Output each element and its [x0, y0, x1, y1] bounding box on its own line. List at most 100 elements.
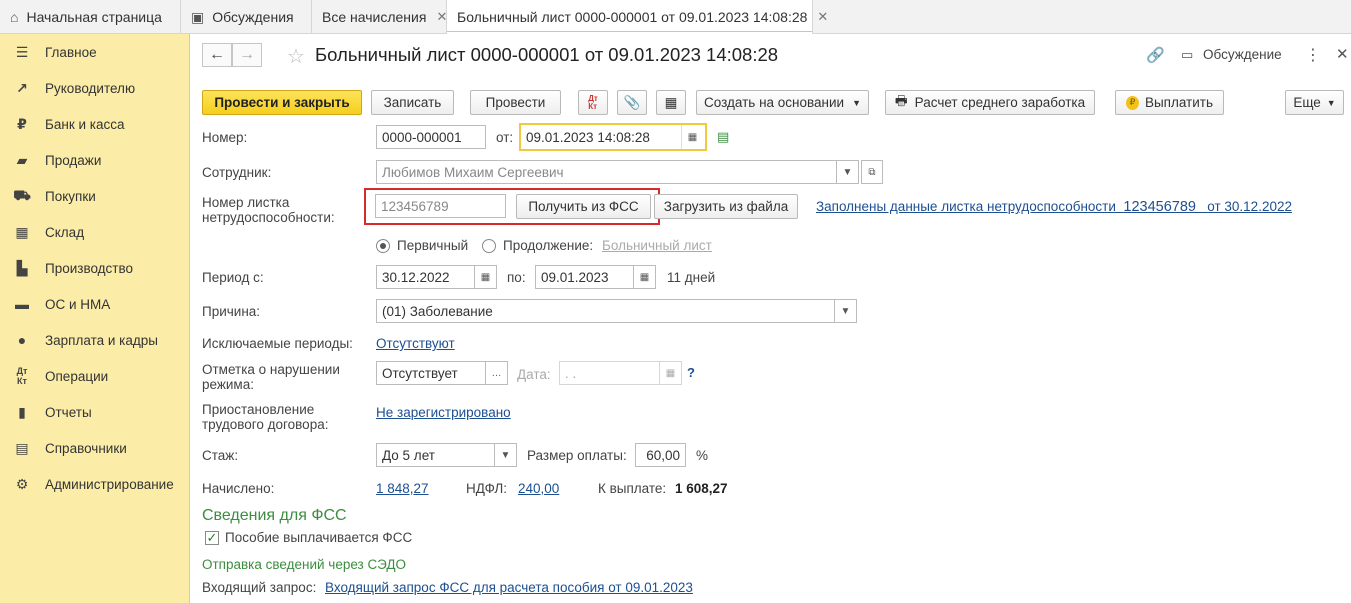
- filled-info-text: Заполнены данные листка нетрудоспособнос…: [816, 199, 1116, 214]
- discussion-button[interactable]: Обсуждение: [1203, 47, 1282, 62]
- primary-radio[interactable]: Первичный: [376, 238, 468, 253]
- get-from-fss-button[interactable]: Получить из ФСС: [516, 194, 651, 219]
- period-to-input[interactable]: 09.01.2023 ▦: [535, 265, 656, 289]
- save-button[interactable]: Записать: [371, 90, 454, 115]
- filled-info-date: от 30.12.2022: [1207, 199, 1292, 214]
- fss-section-title: Сведения для ФСС: [202, 507, 347, 524]
- open-icon[interactable]: ⧉: [861, 160, 883, 184]
- pay-size-label: Размер оплаты:: [527, 448, 627, 463]
- forward-button[interactable]: →: [232, 43, 262, 67]
- period-to-label: по:: [507, 270, 526, 285]
- violation-date-input[interactable]: . . ▦: [559, 361, 682, 385]
- pay-size-field[interactable]: 60,00: [635, 443, 686, 467]
- tab-sick-leave[interactable]: Больничный лист 0000-000001 от 09.01.202…: [447, 0, 828, 35]
- discussion-icon: ▭: [1181, 47, 1194, 62]
- reason-select[interactable]: (01) Заболевание ▼: [376, 299, 857, 323]
- dt-kt-icon[interactable]: Дт Кт: [578, 90, 608, 115]
- violation-field[interactable]: Отсутствует: [376, 361, 486, 385]
- suspension-link[interactable]: Не зарегистрировано: [376, 405, 511, 420]
- period-label: Период с:: [202, 270, 264, 285]
- tab-discussions[interactable]: ▣ Обсуждения: [181, 0, 312, 34]
- load-from-file-button[interactable]: Загрузить из файла: [654, 194, 798, 219]
- continuation-radio[interactable]: Продолжение:: [482, 238, 593, 253]
- close-icon[interactable]: ✕: [817, 9, 828, 25]
- calendar-icon[interactable]: ▦: [475, 265, 497, 289]
- avg-earnings-button[interactable]: 🖶 Расчет среднего заработка: [885, 90, 1095, 115]
- filled-info-link[interactable]: Заполнены данные листка нетрудоспособнос…: [816, 199, 1292, 215]
- pay-button[interactable]: ₽ Выплатить: [1115, 90, 1224, 115]
- close-icon[interactable]: ✕: [436, 9, 447, 25]
- sidebar-item-label: Справочники: [45, 440, 127, 456]
- post-button[interactable]: Провести: [470, 90, 561, 115]
- chevron-down-icon[interactable]: ▼: [835, 299, 857, 323]
- sidebar-item-admin[interactable]: ⚙ Администрирование: [0, 466, 189, 502]
- ellipsis-icon[interactable]: …: [486, 361, 508, 385]
- period-from-field[interactable]: 30.12.2022: [376, 265, 475, 289]
- person-icon: ●: [17, 332, 27, 348]
- sidebar-item-sales[interactable]: ▰ Продажи: [0, 142, 189, 178]
- employee-field[interactable]: Любимов Михаим Сергеевич: [376, 160, 837, 184]
- sidebar-item-reports[interactable]: ▮ Отчеты: [0, 394, 189, 430]
- violation-date-field[interactable]: . .: [559, 361, 660, 385]
- sidebar-item-main[interactable]: ☰ Главное: [0, 34, 189, 70]
- experience-label: Стаж:: [202, 448, 239, 463]
- incoming-request-link[interactable]: Входящий запрос ФСС для расчета пособия …: [325, 580, 693, 595]
- more-button[interactable]: Еще ▼: [1285, 90, 1344, 115]
- back-button[interactable]: ←: [202, 43, 232, 67]
- excluded-periods-link[interactable]: Отсутствуют: [376, 336, 455, 351]
- continuation-link[interactable]: Больничный лист: [602, 238, 712, 253]
- accrued-link[interactable]: 1 848,27: [376, 481, 429, 496]
- calendar-icon[interactable]: ▦: [660, 361, 682, 385]
- link-icon[interactable]: 🔗: [1146, 46, 1165, 64]
- structure-icon[interactable]: ▦: [656, 90, 686, 115]
- experience-field[interactable]: До 5 лет: [376, 443, 495, 467]
- menu-icon: ☰: [15, 43, 29, 60]
- tab-label: Начальная страница: [26, 9, 162, 25]
- employee-select[interactable]: Любимов Михаим Сергеевич ▼ ⧉: [376, 160, 883, 184]
- chevron-down-icon[interactable]: ▼: [495, 443, 517, 467]
- sidebar-item-warehouse[interactable]: ▦ Склад: [0, 214, 189, 250]
- experience-select[interactable]: До 5 лет ▼: [376, 443, 517, 467]
- tab-home[interactable]: ⌂ Начальная страница: [0, 0, 181, 34]
- sidebar-item-label: Отчеты: [45, 404, 92, 420]
- continuation-label: Продолжение:: [503, 238, 594, 253]
- sidebar-item-manager[interactable]: ↗ Руководителю: [0, 70, 189, 106]
- ndfl-label: НДФЛ:: [466, 481, 508, 496]
- more-vertical-icon[interactable]: ⋮: [1305, 45, 1321, 65]
- favorite-star-icon[interactable]: ☆: [287, 44, 305, 69]
- close-icon[interactable]: ✕: [1336, 45, 1349, 63]
- tab-all-accruals[interactable]: Все начисления ✕: [312, 0, 447, 34]
- sidebar-item-bank[interactable]: ₽ Банк и касса: [0, 106, 189, 142]
- chevron-down-icon[interactable]: ▼: [837, 160, 859, 184]
- tab-label: Обсуждения: [212, 9, 294, 25]
- violation-label: Отметка о нарушении режима:: [202, 362, 340, 392]
- ndfl-link[interactable]: 240,00: [518, 481, 559, 496]
- days-count: 11 дней: [667, 270, 716, 285]
- violation-select[interactable]: Отсутствует …: [376, 361, 508, 385]
- date-field[interactable]: 09.01.2023 14:08:28: [521, 125, 681, 149]
- number-field[interactable]: 0000-000001: [376, 125, 486, 149]
- cart-icon: ⛟: [13, 186, 31, 203]
- sidebar-item-payroll[interactable]: ● Зарплата и кадры: [0, 322, 189, 358]
- create-based-on-button[interactable]: Создать на основании ▼: [696, 90, 869, 115]
- ruble-icon: ₽: [17, 115, 27, 132]
- sidebar-item-production[interactable]: ▙ Производство: [0, 250, 189, 286]
- sheet-number-field[interactable]: 123456789: [375, 194, 506, 218]
- sidebar-item-label: Склад: [45, 224, 85, 240]
- attachment-icon[interactable]: 📎: [617, 90, 647, 115]
- period-from-input[interactable]: 30.12.2022 ▦: [376, 265, 497, 289]
- sidebar-item-purchases[interactable]: ⛟ Покупки: [0, 178, 189, 214]
- excluded-periods-label: Исключаемые периоды:: [202, 336, 353, 351]
- period-to-field[interactable]: 09.01.2023: [535, 265, 634, 289]
- sheet-number-label: Номер листка нетрудоспособности:: [202, 195, 335, 225]
- home-icon: ⌂: [10, 9, 19, 25]
- post-and-close-button[interactable]: Провести и закрыть: [202, 90, 362, 115]
- sidebar-item-operations[interactable]: Дт Кт Операции: [0, 358, 189, 394]
- calendar-icon[interactable]: ▦: [634, 265, 656, 289]
- help-icon[interactable]: ?: [687, 365, 695, 380]
- sidebar-item-directories[interactable]: ▤ Справочники: [0, 430, 189, 466]
- reason-field[interactable]: (01) Заболевание: [376, 299, 835, 323]
- benefit-checkbox[interactable]: ✓ Пособие выплачивается ФСС: [205, 530, 412, 545]
- sidebar-item-fixed-assets[interactable]: ▬ ОС и НМА: [0, 286, 189, 322]
- calendar-icon[interactable]: ▦: [681, 125, 703, 149]
